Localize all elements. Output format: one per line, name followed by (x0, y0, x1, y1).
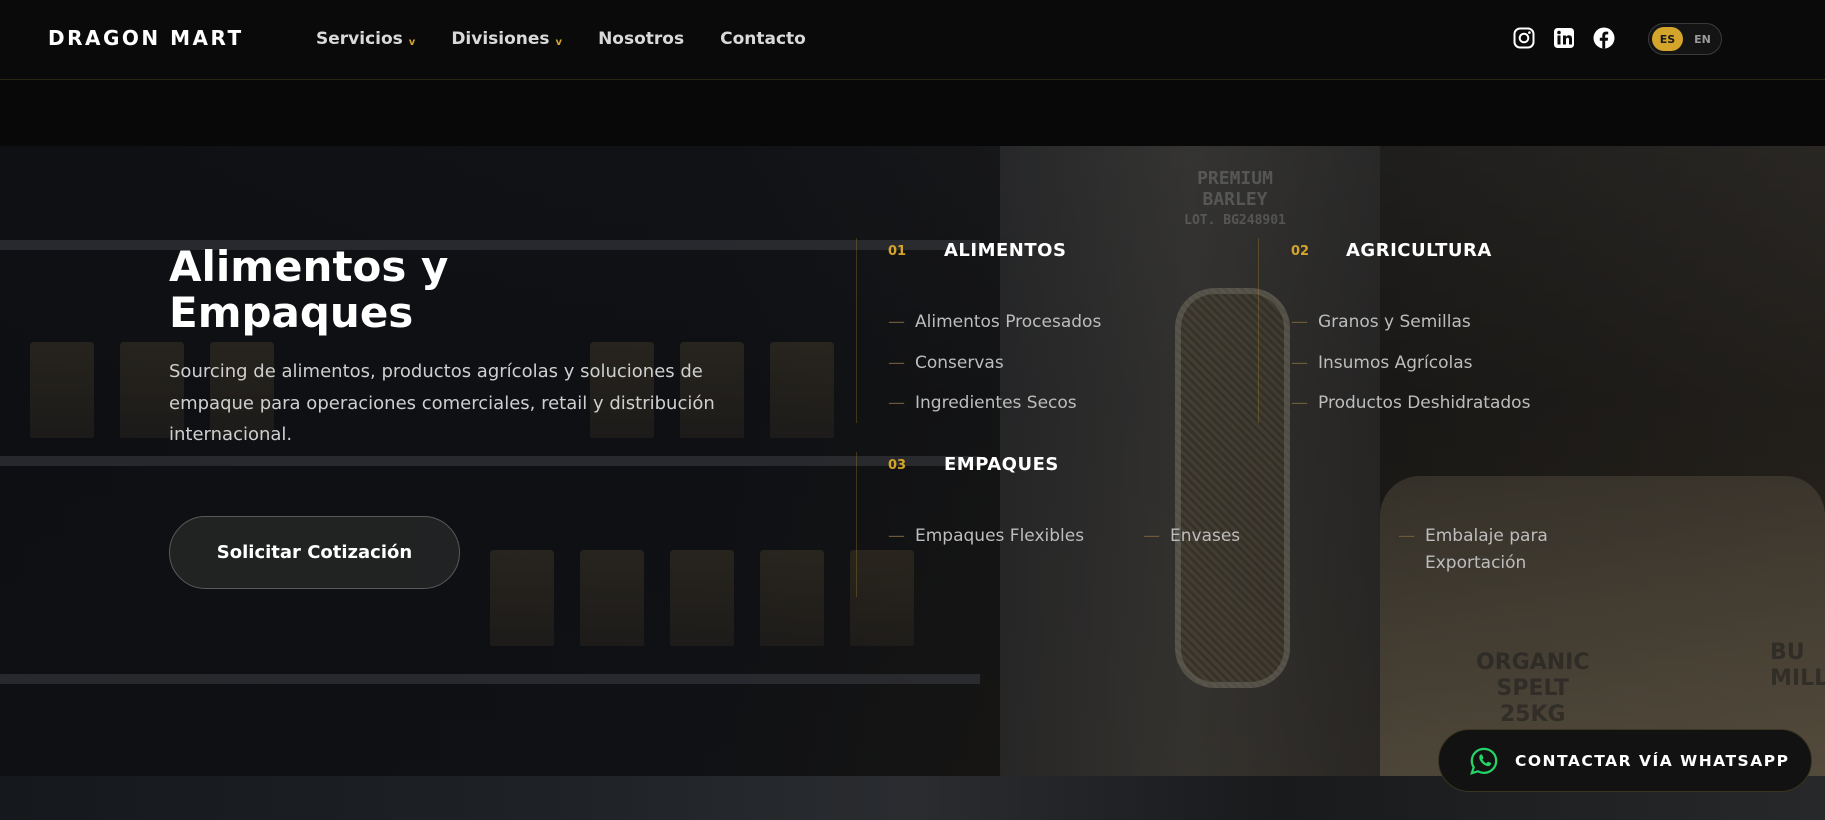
hero-title: Alimentos y Empaques (169, 242, 449, 337)
category-link[interactable]: — Conservas (888, 350, 1004, 377)
nav-item-label: Servicios (316, 29, 403, 49)
category-number: 01 (888, 244, 907, 259)
hero-description: Sourcing de alimentos, productos agrícol… (169, 361, 715, 445)
category-title-empaques[interactable]: EMPAQUES (944, 454, 1059, 475)
background-sack-label: BU MILLE (1770, 640, 1825, 691)
background-bag (770, 342, 834, 438)
background-bag (580, 550, 644, 646)
category-number: 02 (1291, 244, 1310, 259)
nav-item-label: Divisiones (451, 29, 550, 49)
language-switcher: ES EN (1648, 23, 1722, 55)
nav-item-label: Contacto (720, 29, 806, 49)
background-tank-label: PREMIUM BARLEY LOT. BG248901 (1184, 168, 1286, 228)
dash-icon: — (888, 393, 905, 413)
linkedin-icon[interactable] (1552, 26, 1576, 50)
chevron-down-icon: v (408, 37, 416, 48)
background-shelf (0, 456, 980, 466)
category-link[interactable]: — Embalaje para Exportación (1398, 523, 1568, 577)
category-link[interactable]: — Envases (1143, 523, 1240, 550)
category-number: 03 (888, 458, 907, 473)
request-quote-button[interactable]: Solicitar Cotización (169, 516, 460, 589)
divider (856, 238, 857, 423)
background-bag (490, 550, 554, 646)
nav-item-label: Nosotros (598, 29, 685, 49)
nav-item-contacto[interactable]: Contacto (720, 29, 806, 49)
dash-icon: — (1398, 526, 1415, 546)
language-option-es[interactable]: ES (1652, 27, 1683, 51)
category-link[interactable]: — Alimentos Procesados (888, 309, 1101, 336)
dash-icon: — (888, 526, 905, 546)
brand-logo[interactable]: DRAGON MART (48, 26, 244, 50)
category-link[interactable]: — Productos Deshidratados (1291, 390, 1530, 417)
category-link[interactable]: — Empaques Flexibles (888, 523, 1084, 550)
social-links (1512, 26, 1616, 50)
instagram-icon[interactable] (1512, 26, 1536, 50)
dash-icon: — (1291, 312, 1308, 332)
dash-icon: — (888, 353, 905, 373)
facebook-icon[interactable] (1592, 26, 1616, 50)
nav-item-servicios[interactable]: Servicios v (316, 29, 415, 49)
category-title-alimentos[interactable]: ALIMENTOS (944, 240, 1066, 261)
dash-icon: — (1291, 393, 1308, 413)
background-bag (850, 550, 914, 646)
main-menu: Servicios v Divisiones v Nosotros Contac… (316, 29, 806, 49)
language-option-en[interactable]: EN (1687, 27, 1718, 51)
category-link[interactable]: — Ingredientes Secos (888, 390, 1077, 417)
category-title-agricultura[interactable]: AGRICULTURA (1346, 240, 1492, 261)
whatsapp-label: CONTACTAR VÍA WHATSAPP (1515, 751, 1790, 770)
dash-icon: — (888, 312, 905, 332)
background-sack-label: ORGANIC SPELT 25KG (1476, 650, 1590, 727)
whatsapp-contact-button[interactable]: CONTACTAR VÍA WHATSAPP (1438, 729, 1812, 792)
background-tank-window (1175, 288, 1290, 688)
dash-icon: — (1291, 353, 1308, 373)
dash-icon: — (1143, 526, 1160, 546)
background-bag (30, 342, 94, 438)
nav-item-divisiones[interactable]: Divisiones v (451, 29, 562, 49)
chevron-down-icon: v (555, 37, 563, 48)
background-bag (760, 550, 824, 646)
background-bag (670, 550, 734, 646)
hero-section: PREMIUM BARLEY LOT. BG248901 ORGANIC SPE… (0, 146, 1825, 776)
divider (1258, 238, 1259, 423)
divider (856, 452, 857, 597)
top-navigation: DRAGON MART Servicios v Divisiones v Nos… (0, 0, 1825, 80)
category-link[interactable]: — Granos y Semillas (1291, 309, 1471, 336)
nav-item-nosotros[interactable]: Nosotros (598, 29, 684, 49)
whatsapp-icon (1470, 747, 1498, 775)
background-shelf (0, 674, 980, 684)
category-link[interactable]: — Insumos Agrícolas (1291, 350, 1473, 377)
